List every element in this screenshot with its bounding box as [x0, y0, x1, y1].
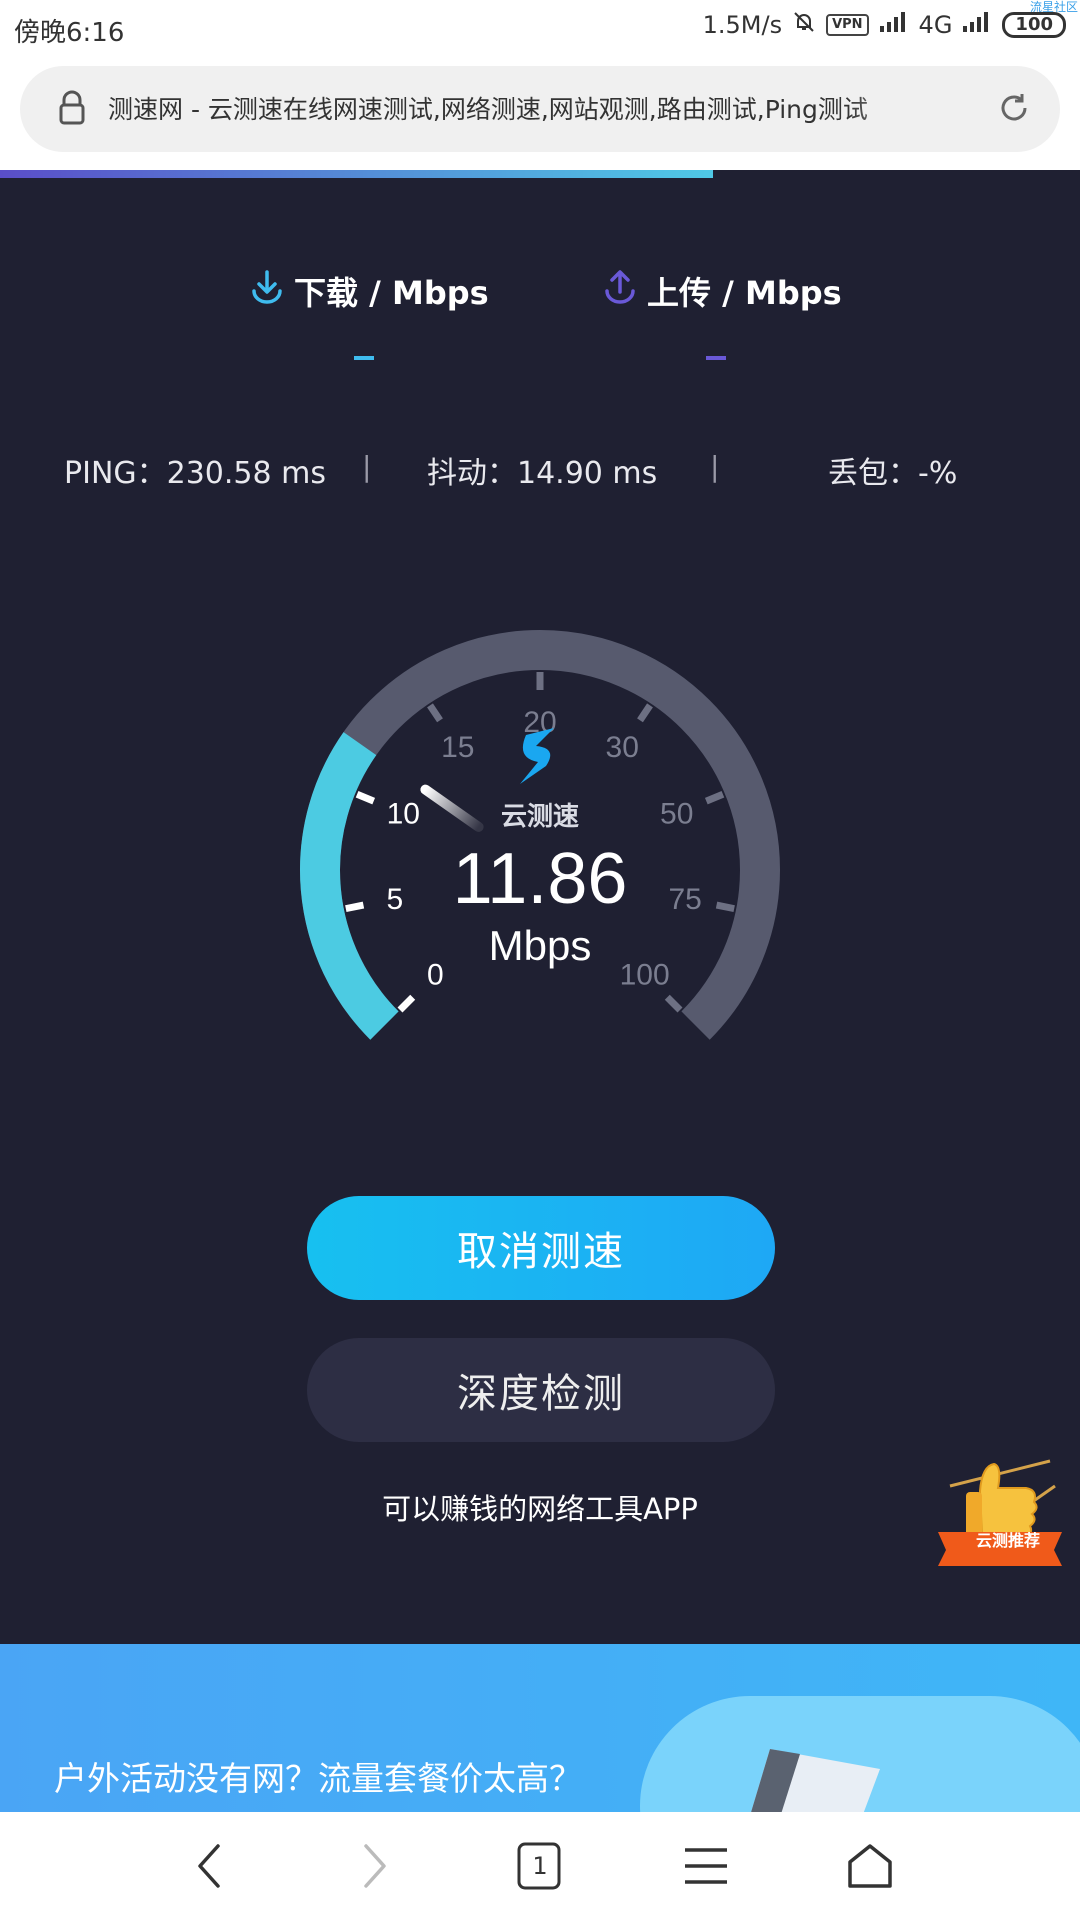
battery-indicator: 100 [1002, 12, 1066, 38]
reload-icon[interactable] [994, 88, 1034, 132]
signal-icon-2 [962, 11, 992, 39]
forward-arrow-icon [364, 1844, 386, 1888]
page-load-progress-fill [0, 170, 713, 178]
status-indicators: 1.5M/s VPN 4G 100 [703, 10, 1066, 40]
gauge-tick [664, 994, 683, 1013]
gauge-tick [427, 703, 443, 723]
menu-icon [685, 1848, 727, 1884]
mute-icon [792, 10, 816, 40]
home-icon [848, 1844, 892, 1888]
page-load-progress [0, 170, 1080, 178]
gauge-tick-label: 50 [660, 797, 693, 830]
router-device-icon [751, 1749, 880, 1812]
tab-count: 1 [532, 1852, 548, 1880]
back-arrow-icon [198, 1844, 220, 1888]
upload-value [706, 356, 726, 360]
badge-label[interactable]: 云测推荐 [958, 1527, 1058, 1551]
promo-banner[interactable]: 户外活动没有网？流量套餐价太高？ [0, 1644, 1080, 1812]
jitter-stat: 抖动：14.90 ms [427, 456, 658, 491]
brand-name: 云测速 [500, 802, 579, 832]
earn-app-link[interactable]: 可以赚钱的网络工具APP [300, 1486, 780, 1528]
ping-stat: PING：230.58 ms [64, 456, 326, 491]
stat-separator: | [710, 450, 720, 483]
gauge-tick-label: 10 [387, 797, 420, 830]
stat-separator: | [362, 450, 372, 483]
signal-icon [879, 11, 909, 39]
lock-icon [58, 90, 86, 130]
upload-label: 上传 / Mbps [647, 274, 842, 312]
download-icon [250, 269, 284, 313]
deep-check-button[interactable]: 深度检测 [307, 1338, 775, 1442]
browser-bottom-nav: 1 [0, 1812, 1080, 1920]
gauge-tick [397, 994, 416, 1013]
gauge-tick [704, 790, 725, 805]
current-speed-value: 11.86 [452, 839, 628, 919]
gauge-tick-label: 15 [441, 731, 474, 764]
gauge-tick [637, 703, 653, 723]
banner-text: 户外活动没有网？流量套餐价太高？ [54, 1759, 582, 1798]
vpn-badge: VPN [826, 14, 869, 36]
download-label: 下载 / Mbps [294, 274, 489, 312]
menu-button[interactable] [676, 1836, 736, 1896]
net-speed: 1.5M/s [702, 11, 783, 39]
network-type: 4G [918, 11, 953, 39]
upload-icon [603, 269, 637, 313]
back-button[interactable] [180, 1836, 240, 1896]
forward-button[interactable] [344, 1836, 404, 1896]
gauge-tick [355, 790, 376, 805]
download-header: 下载 / Mbps [250, 268, 489, 314]
status-time: 傍晚6:16 [14, 18, 125, 48]
current-speed-unit: Mbps [488, 922, 592, 969]
home-button[interactable] [840, 1836, 900, 1896]
cancel-test-button[interactable]: 取消测速 [307, 1196, 775, 1300]
tabs-button[interactable]: 1 [510, 1836, 570, 1896]
page-title-url[interactable]: 测速网 - 云测速在线网速测试,网络测速,网站观测,路由测试,Ping测试 [108, 90, 948, 126]
packet-loss-stat: 丢包：-% [828, 456, 958, 491]
status-bar: 傍晚6:16 流星社区 1.5M/s VPN 4G 100 [0, 0, 1080, 56]
upload-header: 上传 / Mbps [603, 268, 842, 314]
gauge-needle [420, 784, 484, 832]
address-bar[interactable]: 测速网 - 云测速在线网速测试,网络测速,网站观测,路由测试,Ping测试 [20, 66, 1060, 152]
download-value [354, 356, 374, 360]
thumbs-up-badge-icon[interactable] [930, 1446, 1070, 1576]
gauge-tick-label: 30 [606, 731, 639, 764]
